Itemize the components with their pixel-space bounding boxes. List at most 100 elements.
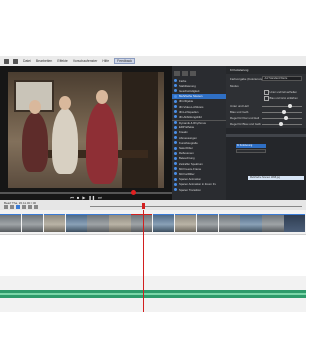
menu-item-preview[interactable]: Vorschaufenster bbox=[73, 59, 98, 63]
timeline-header: Bearf Tha, 20.11.00 / 00 bbox=[0, 200, 306, 210]
toolbar-icon-2[interactable] bbox=[182, 70, 188, 76]
timeline-clip[interactable] bbox=[0, 214, 22, 232]
effect-icon bbox=[174, 136, 177, 140]
timeline-clip[interactable] bbox=[196, 214, 218, 232]
timeline-clip[interactable] bbox=[21, 214, 44, 232]
effect-label: Geschwindigkeit bbox=[179, 88, 200, 93]
effect-icon bbox=[174, 156, 177, 160]
tool-icon-1[interactable] bbox=[4, 205, 8, 209]
video-preview[interactable]: ⏮ ■ ▶ ❚❚ ⏭ bbox=[0, 66, 172, 200]
model-label: Farbvorgabe (Kolorierung) bbox=[230, 77, 264, 81]
effect-icon bbox=[174, 94, 177, 98]
playhead-line[interactable] bbox=[143, 210, 144, 312]
effects-list: Farbe Stabilisierung Geschwindigkeit Mehrfa… bbox=[172, 66, 226, 200]
menu-item-help[interactable]: Hilfe bbox=[102, 59, 109, 63]
slider-2[interactable] bbox=[262, 109, 302, 114]
timeline-clip[interactable] bbox=[284, 214, 306, 232]
effect-label: Beleuchtung bbox=[179, 156, 195, 161]
effect-label: Sparen Animation in Zoom Fx bbox=[179, 182, 216, 187]
skip-forward-icon[interactable]: ⏭ bbox=[98, 195, 102, 200]
toolbar-icon-1[interactable] bbox=[174, 70, 180, 76]
effect-icon bbox=[174, 141, 177, 145]
timeline-clip[interactable] bbox=[87, 214, 109, 232]
slider-2-knob[interactable] bbox=[281, 109, 286, 114]
effect-icon bbox=[174, 172, 177, 176]
timeline-clip[interactable] bbox=[240, 214, 262, 232]
timeline-clip[interactable] bbox=[131, 214, 153, 232]
slider-2-label: Blau und Gelb bbox=[230, 110, 249, 114]
effect-icon bbox=[174, 146, 177, 150]
pause-icon[interactable]: ❚❚ bbox=[88, 195, 95, 200]
effect-icon bbox=[174, 105, 177, 109]
effect-label: 3D-Video-Lichtkreis bbox=[179, 104, 204, 109]
timeline-ruler[interactable] bbox=[90, 206, 302, 209]
timeline-clip[interactable] bbox=[174, 214, 197, 232]
person-right bbox=[86, 102, 118, 184]
menu-bar: Datei Bearbeiten Effekte Vorschaufenster… bbox=[0, 56, 306, 66]
tool-icon-4[interactable] bbox=[22, 205, 26, 209]
effect-label: Natur/Filter bbox=[179, 146, 193, 151]
effect-icon bbox=[174, 115, 177, 119]
menu-item-effects[interactable]: Effekte bbox=[57, 59, 68, 63]
menu-item-file[interactable]: Datei bbox=[23, 59, 31, 63]
tool-icon-3[interactable] bbox=[16, 205, 20, 209]
timeline-clip[interactable] bbox=[43, 214, 65, 232]
tool-icon-5[interactable] bbox=[28, 205, 32, 209]
file-icon[interactable] bbox=[4, 58, 9, 64]
file-name-bar[interactable]: Mehrfache Szenen 1998.jpg bbox=[248, 176, 304, 180]
slider-1[interactable] bbox=[262, 103, 302, 108]
object-panel: KI Kolorierung Mehrfache Szenen 1998.jpg bbox=[226, 128, 306, 200]
stop-icon[interactable]: ■ bbox=[77, 195, 79, 200]
toolbar-icon-3[interactable] bbox=[190, 70, 196, 76]
object-track-label[interactable]: KI Kolorierung bbox=[236, 144, 266, 148]
tool-icon-2[interactable] bbox=[10, 205, 14, 209]
effects-items: Farbe Stabilisierung Geschwindigkeit Mehrfa… bbox=[172, 78, 226, 192]
timeline-tools bbox=[4, 205, 38, 209]
timeline-clip[interactable] bbox=[218, 214, 240, 232]
effect-item[interactable]: Sparen Transition bbox=[172, 187, 226, 192]
effect-label: Abmessungen bbox=[179, 135, 197, 140]
playhead-marker[interactable] bbox=[142, 203, 145, 209]
timeline-clip[interactable] bbox=[153, 214, 175, 232]
video-track bbox=[0, 214, 306, 232]
empty-track-area[interactable] bbox=[0, 234, 306, 276]
checkbox-1[interactable]: Unter und hell aufhellen bbox=[264, 90, 297, 95]
timeline-clip[interactable] bbox=[262, 214, 284, 232]
timeline-clip[interactable] bbox=[65, 214, 87, 232]
effect-label: Sparen Animation bbox=[179, 177, 202, 182]
effect-label: Mehrfache Szenen bbox=[179, 94, 203, 99]
slider-4-knob[interactable] bbox=[279, 121, 284, 126]
slider-3[interactable] bbox=[262, 115, 302, 120]
audio-track[interactable] bbox=[0, 290, 306, 298]
effect-label: 3D-Abbildungsbild bbox=[179, 114, 202, 119]
mode-label: Modus bbox=[230, 84, 239, 88]
effect-icon bbox=[174, 151, 177, 155]
effect-settings-panel: KI Kolorierung Farbvorgabe (Kolorierung)… bbox=[226, 66, 306, 128]
play-icon[interactable]: ▶ bbox=[82, 195, 85, 200]
effect-icon bbox=[174, 121, 177, 125]
effect-icon bbox=[174, 79, 177, 83]
head-middle bbox=[59, 96, 71, 110]
audio-waveform bbox=[0, 293, 306, 295]
timeline-clip[interactable] bbox=[109, 214, 131, 232]
slider-1-knob[interactable] bbox=[287, 103, 292, 108]
effect-label: Stabilisierung bbox=[179, 83, 196, 88]
effect-label: 3D-Objekte bbox=[179, 99, 194, 104]
timeline bbox=[0, 210, 306, 312]
skip-back-icon[interactable]: ⏮ bbox=[70, 195, 74, 200]
effect-icon bbox=[174, 99, 177, 103]
model-select[interactable]: Auf Standard-Werte bbox=[262, 76, 302, 81]
person-middle bbox=[52, 108, 78, 174]
checkbox-2[interactable]: Blau und Grün einfärben bbox=[264, 96, 298, 101]
tool-icon-6[interactable] bbox=[34, 205, 38, 209]
object-track-slot[interactable] bbox=[236, 149, 266, 153]
menu-item-feedback[interactable]: Feedback bbox=[114, 58, 136, 64]
head-right bbox=[96, 90, 108, 104]
effect-label: Mit Farbfilter bbox=[179, 171, 195, 176]
folder-icon[interactable] bbox=[13, 58, 18, 64]
slider-4[interactable] bbox=[262, 121, 302, 126]
effect-label: Farbe bbox=[179, 78, 187, 83]
effect-label: Mit Freeze-Frame bbox=[179, 166, 202, 171]
menu-item-edit[interactable]: Bearbeiten bbox=[36, 59, 52, 63]
slider-3-knob[interactable] bbox=[284, 115, 289, 120]
